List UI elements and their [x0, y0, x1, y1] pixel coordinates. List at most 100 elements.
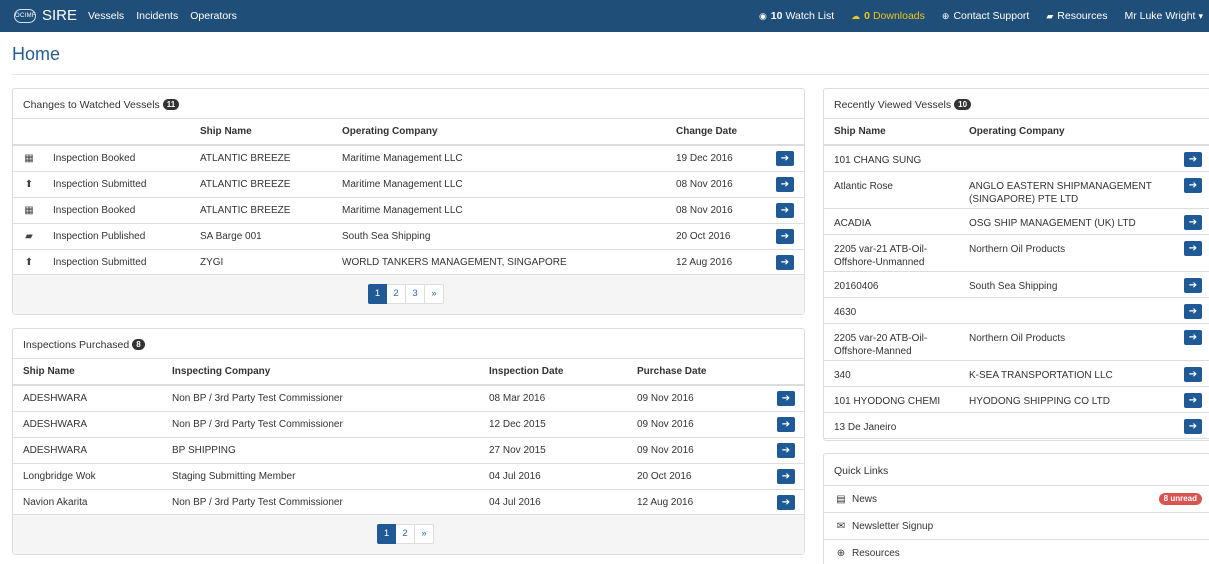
table-row[interactable]: Navion Akarita Non BP / 3rd Party Test Co…: [13, 490, 804, 516]
table-row[interactable]: ADESHWARA Non BP / 3rd Party Test Commiss…: [13, 386, 804, 412]
view-arrow-button[interactable]: ➔: [1184, 393, 1202, 408]
ship-name: 2205 var-21 ATB-Oil-Offshore-Unmanned: [834, 244, 928, 268]
table-row[interactable]: Atlantic Rose ANGLO EASTERN SHIPMANAGEMEN…: [824, 172, 1209, 209]
contact-support-link[interactable]: ⊕ Contact Support: [942, 10, 1029, 22]
ship-name: ADESHWARA: [23, 445, 88, 456]
page-button-3[interactable]: 3: [406, 284, 425, 304]
view-arrow-button[interactable]: ➔: [1184, 215, 1202, 230]
inspection-date: 08 Mar 2016: [489, 393, 546, 404]
user-nav: ◉ 10 Watch List ☁ 0 Downloads ⊕ Contact …: [742, 10, 1203, 22]
col-inspecting-company: Inspecting Company: [172, 366, 271, 377]
view-arrow-button[interactable]: ➔: [776, 203, 794, 218]
top-navbar: OCIMF SIRE Vessels Incidents Operators ◉…: [0, 0, 1209, 32]
page-button-2[interactable]: 2: [387, 284, 406, 304]
change-date: 08 Nov 2016: [676, 179, 733, 190]
view-arrow-button[interactable]: ➔: [1184, 330, 1202, 345]
view-arrow-button[interactable]: ➔: [1184, 241, 1202, 256]
watch-count: 10: [770, 10, 783, 22]
downloads-link[interactable]: ☁ 0 Downloads: [851, 10, 925, 22]
inspection-date: 04 Jul 2016: [489, 471, 541, 482]
table-row[interactable]: ▰ Inspection Published SA Barge 001 South S…: [13, 224, 804, 250]
change-type: Inspection Submitted: [53, 179, 147, 190]
table-row[interactable]: 2205 var-21 ATB-Oil-Offshore-Unmanned Nor…: [824, 235, 1209, 272]
view-arrow-button[interactable]: ➔: [777, 391, 795, 406]
nav-vessels[interactable]: Vessels: [88, 10, 124, 22]
quick-link-news[interactable]: ▤ News 8 unread: [824, 486, 1209, 513]
brand-name[interactable]: SIRE: [42, 7, 77, 24]
watch-list-label: Watch List: [785, 10, 835, 22]
nav-operators[interactable]: Operators: [190, 10, 237, 22]
ship-name: 20160406: [834, 281, 879, 292]
view-arrow-button[interactable]: ➔: [1184, 152, 1202, 167]
recently-viewed-panel: Recently Viewed Vessels 10 Ship Name Ope…: [823, 88, 1209, 441]
next-page-button[interactable]: »: [425, 284, 444, 304]
page-button-1[interactable]: 1: [368, 284, 387, 304]
view-arrow-button[interactable]: ➔: [777, 443, 795, 458]
page-button-2[interactable]: 2: [396, 524, 415, 544]
watched-vessels-title: Changes to Watched Vessels: [23, 99, 160, 111]
view-arrow-button[interactable]: ➔: [777, 417, 795, 432]
view-arrow-button[interactable]: ➔: [776, 229, 794, 244]
ship-name: 13 De Janeiro: [834, 422, 897, 433]
recently-viewed-heading: Recently Viewed Vessels 10: [824, 89, 1209, 119]
view-arrow-button[interactable]: ➔: [1184, 278, 1202, 293]
operating-company: WORLD TANKERS MANAGEMENT, SINGAPORE: [342, 257, 567, 268]
quick-links-panel: Quick Links ▤ News 8 unread ✉ Newsletter Sig…: [823, 453, 1209, 564]
inspecting-company: Non BP / 3rd Party Test Commissioner: [172, 419, 343, 430]
table-row[interactable]: ACADIA OSG SHIP MANAGEMENT (UK) LTD ➔: [824, 209, 1209, 235]
col-ship-name: Ship Name: [200, 126, 252, 137]
table-row[interactable]: ▦ Inspection Booked ATLANTIC BREEZE Maritim…: [13, 198, 804, 224]
quick-link-newsletter-signup[interactable]: ✉ Newsletter Signup: [824, 513, 1209, 540]
resources-link[interactable]: ▰ Resources: [1046, 10, 1107, 22]
operating-company: HYODONG SHIPPING CO LTD: [969, 396, 1110, 407]
recently-viewed-count: 10: [954, 99, 972, 110]
purchase-date: 09 Nov 2016: [637, 419, 694, 430]
nav-incidents[interactable]: Incidents: [136, 10, 178, 22]
table-row[interactable]: 13 De Janeiro ➔: [824, 413, 1209, 439]
next-page-button[interactable]: »: [415, 524, 434, 544]
ship-name: ACADIA: [834, 218, 872, 229]
view-arrow-button[interactable]: ➔: [776, 255, 794, 270]
table-row[interactable]: 20160406 South Sea Shipping ➔: [824, 272, 1209, 298]
eye-icon: ◉: [758, 10, 767, 21]
quick-link-resources[interactable]: ⊕ Resources: [824, 540, 1209, 564]
col-ship-name: Ship Name: [834, 126, 886, 137]
watch-list-link[interactable]: ◉ 10 Watch List: [759, 10, 834, 22]
inspections-purchased-count: 8: [132, 339, 145, 350]
table-row[interactable]: ADESHWARA BP SHIPPING 27 Nov 2015 09 Nov 20…: [13, 438, 804, 464]
view-arrow-button[interactable]: ➔: [777, 495, 795, 510]
purchase-date: 20 Oct 2016: [637, 471, 692, 482]
view-arrow-button[interactable]: ➔: [776, 177, 794, 192]
table-row[interactable]: ⬆ Inspection Submitted ATLANTIC BREEZE Mari…: [13, 172, 804, 198]
inspecting-company: Non BP / 3rd Party Test Commissioner: [172, 393, 343, 404]
view-arrow-button[interactable]: ➔: [1184, 304, 1202, 319]
table-row[interactable]: 101 HYODONG CHEMI HYODONG SHIPPING CO LTD…: [824, 387, 1209, 413]
view-arrow-button[interactable]: ➔: [1184, 419, 1202, 434]
table-row[interactable]: 340 K-SEA TRANSPORTATION LLC ➔: [824, 361, 1209, 387]
operating-company: K-SEA TRANSPORTATION LLC: [969, 370, 1113, 381]
table-row[interactable]: 4630 ➔: [824, 298, 1209, 324]
table-row[interactable]: 2205 var-20 ATB-Oil-Offshore-Manned North…: [824, 324, 1209, 361]
operating-company: OSG SHIP MANAGEMENT (UK) LTD: [969, 218, 1136, 229]
brand[interactable]: OCIMF SIRE: [14, 7, 77, 24]
table-row[interactable]: Longbridge Wok Staging Submitting Member 0…: [13, 464, 804, 490]
page-button-1[interactable]: 1: [377, 524, 396, 544]
quick-links-list: ▤ News 8 unread ✉ Newsletter Signup ⊕ Resource…: [824, 486, 1209, 564]
table-row[interactable]: ▦ Inspection Booked ATLANTIC BREEZE Maritim…: [13, 146, 804, 172]
operating-company: Maritime Management LLC: [342, 205, 463, 216]
purchase-date: 09 Nov 2016: [637, 393, 694, 404]
col-operating-company: Operating Company: [342, 126, 438, 137]
table-row[interactable]: ⬆ Inspection Submitted ZYGI WORLD TANKERS M…: [13, 250, 804, 276]
view-arrow-button[interactable]: ➔: [1184, 367, 1202, 382]
ship-name: ATLANTIC BREEZE: [200, 179, 291, 190]
table-row[interactable]: 101 CHANG SUNG ➔: [824, 146, 1209, 172]
user-menu[interactable]: Mr Luke Wright ▾: [1124, 10, 1203, 22]
cloud-download-icon: ☁: [851, 10, 861, 21]
view-arrow-button[interactable]: ➔: [1184, 178, 1202, 193]
view-arrow-button[interactable]: ➔: [777, 469, 795, 484]
main-nav: Vessels Incidents Operators: [88, 10, 237, 22]
view-arrow-button[interactable]: ➔: [776, 151, 794, 166]
ship-name: SA Barge 001: [200, 231, 262, 242]
table-row[interactable]: ADESHWARA Non BP / 3rd Party Test Commiss…: [13, 412, 804, 438]
recent-table-body: 101 CHANG SUNG ➔ Atlantic Rose ANGLO EASTER…: [824, 146, 1209, 439]
